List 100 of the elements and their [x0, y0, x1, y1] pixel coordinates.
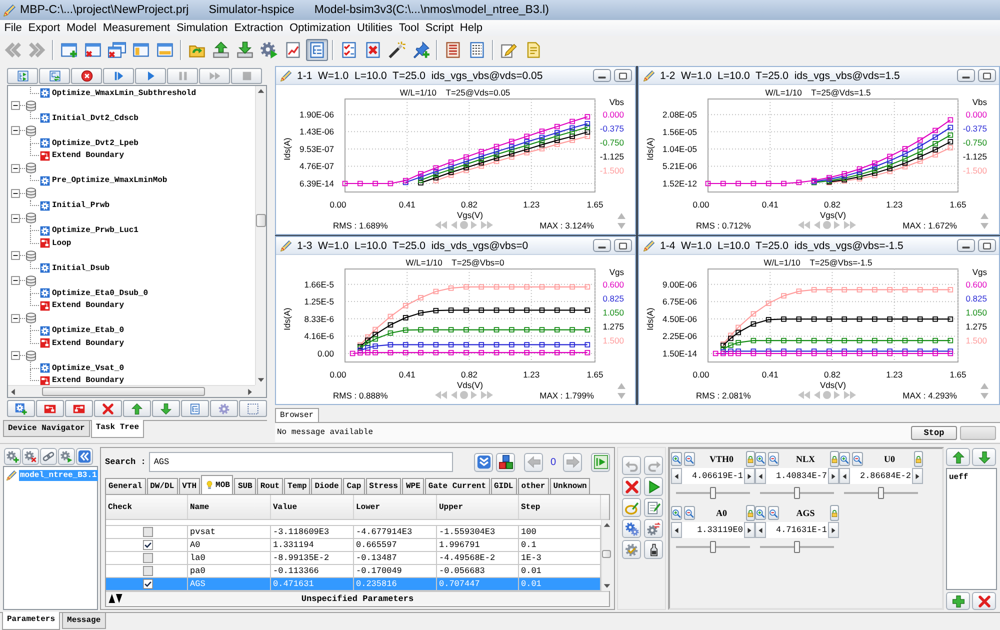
- tick-label: 0.00: [317, 348, 334, 358]
- legend-label: 0.825: [602, 294, 624, 304]
- tick-label: 1.43E-06: [300, 126, 334, 137]
- tick-label: 1.23: [523, 200, 540, 210]
- legend-label: -0.375: [600, 124, 624, 134]
- tick-label: 6.75E-06: [662, 296, 697, 307]
- legend-label: 0.600: [966, 280, 987, 290]
- table-cell: -1.559304E3: [437, 526, 519, 539]
- legend-label: 0.000: [602, 110, 624, 120]
- parameter-name: AGS: [795, 508, 816, 518]
- tick-label: 0.82: [460, 200, 478, 210]
- tick-label: 1.65: [586, 200, 604, 210]
- tick-label: 0.41: [762, 200, 778, 210]
- axis-title: Ids(A): [282, 138, 292, 160]
- legend-label: -0.750: [600, 138, 624, 148]
- window-title: MBP-C:\...\project\NewProject.prj: [20, 4, 189, 16]
- search-label: Search :: [105, 457, 146, 467]
- parameter-name: VTH0: [708, 454, 734, 464]
- table-cell: -8.99135E-2: [271, 552, 354, 565]
- tick-label: 1.56E-05: [662, 126, 697, 137]
- legend-label: -0.375: [962, 124, 987, 134]
- tick-label: 0.41: [398, 200, 416, 210]
- tick-label: 1.23: [886, 370, 903, 380]
- tick-label: 2.25E-06: [662, 331, 697, 342]
- axis-title: Ids(A): [645, 308, 655, 330]
- tick-label: 0.00: [692, 370, 710, 380]
- tick-label: 1.65: [950, 200, 966, 210]
- table-cell: A0: [188, 539, 271, 552]
- chart-subtitle: W/L=1/10 T=25@Vds=1.5: [765, 88, 871, 98]
- tick-label: 0.82: [824, 370, 841, 380]
- tick-label: 8.33E-6: [304, 314, 334, 324]
- legend-label: 0.825: [966, 294, 987, 304]
- tick-label: 1.23: [886, 200, 903, 210]
- parameter-name: A0: [715, 508, 728, 518]
- legend-label: 0.600: [602, 280, 624, 290]
- legend-label: -1.125: [600, 152, 624, 162]
- legend-label: 1.050: [966, 308, 987, 318]
- max-value: MAX : 3.124%: [540, 220, 594, 230]
- tick-label: 0.00: [330, 370, 346, 380]
- table-cell: la0: [188, 552, 271, 565]
- rms-value: RMS : 0.712%: [696, 220, 751, 230]
- max-value: MAX : 1.672%: [902, 220, 957, 230]
- tick-label: 0.41: [398, 370, 416, 380]
- tick-label: 0.41: [762, 370, 778, 380]
- legend-title: Vgs: [609, 267, 624, 277]
- tick-label: 9.00E-06: [662, 279, 697, 290]
- table-cell: -4.677914E3: [354, 526, 437, 539]
- legend-label: -1.500: [962, 166, 987, 176]
- axis-title: Ids(A): [645, 138, 655, 160]
- tick-label: 1.65: [950, 370, 966, 380]
- tick-label: 4.50E-06: [662, 314, 697, 324]
- tick-label: 1.65: [586, 370, 604, 380]
- legend-label: 1.275: [602, 322, 624, 332]
- tick-label: 1.66E-5: [304, 279, 334, 290]
- legend-title: Vgs: [972, 267, 987, 277]
- rms-value: RMS : 1.689%: [333, 220, 388, 230]
- parameter-name: U0: [883, 454, 896, 464]
- window-title: Simulator-hspice: [208, 4, 294, 16]
- legend-label: 1.050: [602, 308, 624, 318]
- legend-label: -1.125: [962, 152, 987, 162]
- legend-label: 1.500: [966, 336, 987, 346]
- chart-title: 1-1 W=1.0 L=10.0 T=25.0 ids_vgs_vbs@vds=0.05: [297, 70, 544, 82]
- chart-subtitle: W/L=1/10 T=25@Vds=0.05: [400, 88, 510, 98]
- legend-label: -1.500: [600, 166, 624, 176]
- axis-title: Vgs(V): [820, 210, 846, 220]
- rms-value: RMS : 0.888%: [333, 390, 388, 400]
- parameter-name: NLX: [794, 454, 816, 464]
- rms-value: RMS : 2.081%: [696, 390, 751, 400]
- legend-label: 0.000: [966, 110, 987, 120]
- tick-label: 1.52E-12: [662, 178, 697, 189]
- chart-subtitle: W/L=1/10 T=25@Vbs=0: [406, 258, 504, 268]
- tick-label: 1.04E-05: [662, 144, 697, 154]
- tick-label: 1.90E-06: [300, 110, 334, 120]
- tick-label: 5.21E-06: [662, 161, 697, 172]
- tick-label: 0.00: [330, 200, 346, 210]
- tick-label: 1.23: [523, 370, 540, 380]
- chart-title: 1-3 W=1.0 L=10.0 T=25.0 ids_vds_vgs@vbs=0: [297, 240, 530, 252]
- table-cell: 1.331194: [271, 539, 354, 552]
- table-cell: -4.49568E-2: [437, 552, 519, 565]
- table-footer: Unspecified Parameters: [123, 594, 592, 604]
- tick-label: 2.08E-05: [662, 110, 697, 120]
- status-message: No message available: [277, 428, 374, 437]
- legend-label: 1.275: [966, 322, 987, 332]
- table-cell: 0.665597: [354, 539, 437, 552]
- table-cell: pvsat: [188, 526, 271, 539]
- max-value: MAX : 1.799%: [540, 390, 594, 400]
- axis-title: Ids(A): [282, 308, 292, 330]
- tick-label: 0.82: [824, 200, 841, 210]
- legend-title: Vbs: [972, 97, 987, 107]
- tick-label: 0.82: [460, 370, 478, 380]
- axis-title: Vds(V): [820, 380, 846, 390]
- legend-title: Vbs: [609, 97, 624, 107]
- counter: 0: [550, 456, 556, 468]
- axis-title: Vds(V): [457, 380, 483, 390]
- legend-label: 1.500: [602, 336, 624, 346]
- tick-label: 6.39E-14: [300, 178, 334, 188]
- chart-subtitle: W/L=1/10 T=25@Vbs=-1.5: [764, 258, 872, 268]
- table-cell: -0.13487: [354, 552, 437, 565]
- max-value: MAX : 4.293%: [902, 390, 957, 400]
- tick-label: 0.00: [692, 200, 710, 210]
